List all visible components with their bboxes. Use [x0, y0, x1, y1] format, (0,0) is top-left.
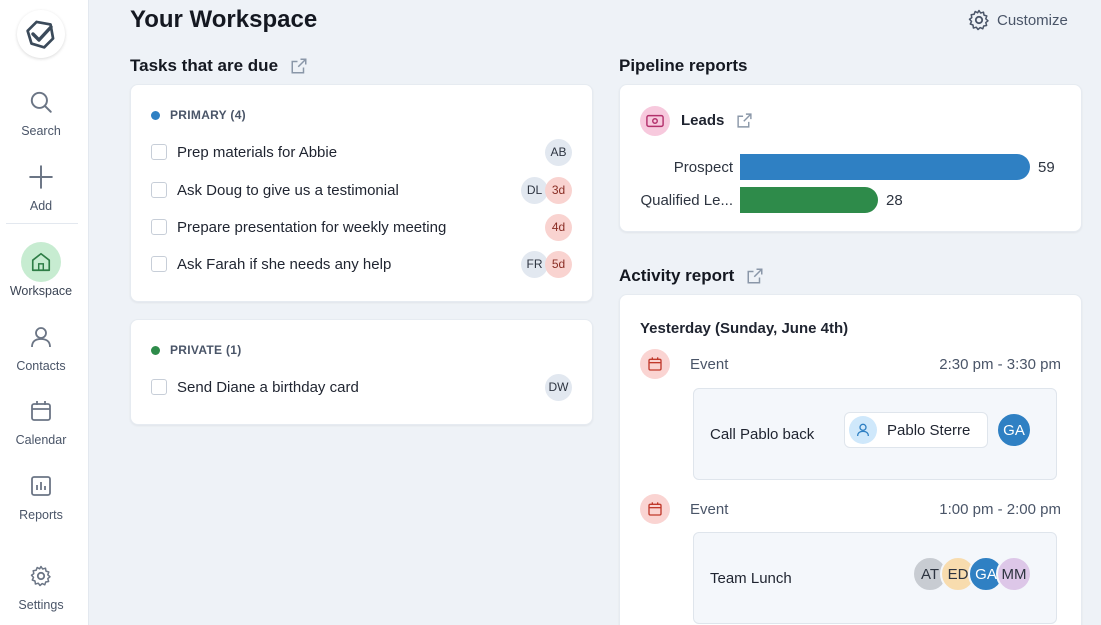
sidebar-item-label: Workspace: [9, 284, 73, 298]
private-dot: [151, 345, 160, 355]
leads-card: Leads Prospect 59 Qualified Le... 28: [619, 84, 1082, 232]
contact-name: Pablo Sterre: [887, 421, 971, 439]
sidebar-item-calendar[interactable]: Calendar: [0, 391, 82, 447]
plus-icon: [21, 157, 61, 197]
attendee-avatar[interactable]: MM: [996, 556, 1032, 592]
external-link-icon[interactable]: [746, 267, 764, 285]
attendee-avatar[interactable]: GA: [996, 412, 1032, 448]
primary-group-label: PRIMARY (4): [151, 108, 246, 122]
sidebar-item-label: Search: [21, 124, 61, 138]
event-row: Event 1:00 pm - 2:00 pm: [640, 494, 1061, 524]
assignee-avatar[interactable]: AB: [545, 138, 572, 166]
customize-label: Customize: [997, 11, 1068, 29]
activity-card: Yesterday (Sunday, June 4th) Event 2:30 …: [619, 294, 1082, 625]
assignee-avatar[interactable]: FR: [521, 250, 548, 278]
bar-chart-icon: [21, 466, 61, 506]
sidebar-item-label: Add: [29, 199, 53, 213]
private-group-label: PRIVATE (1): [151, 343, 242, 357]
primary-tasks-card: PRIMARY (4) Prep materials for Abbie AB …: [130, 84, 593, 302]
contact-chip[interactable]: Pablo Sterre: [844, 412, 988, 448]
due-badge: 4d: [545, 213, 572, 241]
calendar-icon: [640, 349, 670, 379]
bar-qualified[interactable]: [740, 187, 878, 213]
tasks-section-title: Tasks that are due: [130, 56, 308, 76]
person-icon: [21, 317, 61, 357]
external-link-icon[interactable]: [290, 57, 308, 75]
bar-label: Prospect: [673, 158, 733, 176]
calendar-icon: [21, 391, 61, 431]
customize-button[interactable]: Customize: [967, 8, 1068, 32]
sidebar: Search Add Workspace Contacts Calendar R…: [0, 0, 89, 625]
task-checkbox[interactable]: [151, 219, 167, 235]
task-checkbox[interactable]: [151, 379, 167, 395]
sidebar-item-reports[interactable]: Reports: [0, 466, 82, 522]
sidebar-divider: [6, 223, 78, 224]
external-link-icon[interactable]: [736, 112, 753, 129]
task-checkbox[interactable]: [151, 182, 167, 198]
event-type: Event: [690, 500, 729, 518]
primary-dot: [151, 110, 160, 120]
event-card[interactable]: Call Pablo back Pablo Sterre GA: [693, 388, 1057, 480]
task-text[interactable]: Send Diane a birthday card: [177, 379, 545, 396]
bar-value: 28: [886, 191, 903, 209]
task-row: Ask Doug to give us a testimonial DL 3d: [151, 176, 572, 204]
task-checkbox[interactable]: [151, 256, 167, 272]
page-title: Your Workspace: [130, 6, 318, 33]
bar-label: Qualified Le...: [640, 191, 733, 209]
sidebar-item-contacts[interactable]: Contacts: [0, 317, 82, 373]
home-icon: [21, 242, 61, 282]
event-card[interactable]: Team Lunch AT ED GA MM: [693, 532, 1057, 624]
sidebar-item-search[interactable]: Search: [0, 82, 82, 138]
gear-icon: [968, 9, 989, 31]
due-badge: 5d: [545, 250, 572, 278]
bar-row-prospect[interactable]: Prospect 59: [640, 154, 1055, 180]
sidebar-item-label: Contacts: [16, 359, 66, 373]
tasks-title: Tasks that are due: [130, 56, 279, 75]
event-name: Call Pablo back: [710, 426, 815, 443]
task-text[interactable]: Ask Doug to give us a testimonial: [177, 182, 521, 199]
checkmark-logo-icon: [26, 20, 55, 49]
task-row: Ask Farah if she needs any help FR 5d: [151, 250, 572, 278]
gear-icon: [21, 556, 61, 596]
event-type: Event: [690, 355, 729, 373]
pipeline-title: Pipeline reports: [619, 56, 748, 75]
activity-title: Activity report: [619, 266, 735, 285]
money-icon: [640, 106, 670, 136]
assignee-avatar[interactable]: DL: [521, 176, 548, 204]
event-row: Event 2:30 pm - 3:30 pm: [640, 349, 1061, 379]
bar-row-qualified[interactable]: Qualified Le... 28: [640, 187, 903, 213]
task-text[interactable]: Ask Farah if she needs any help: [177, 256, 521, 273]
task-row: Send Diane a birthday card DW: [151, 373, 572, 401]
primary-label-text: PRIMARY (4): [170, 108, 246, 122]
person-icon: [849, 416, 877, 444]
assignee-avatar[interactable]: DW: [545, 373, 572, 401]
task-row: Prep materials for Abbie AB: [151, 138, 572, 166]
calendar-icon: [640, 494, 670, 524]
leads-title: Leads: [681, 112, 753, 129]
pipeline-section-title: Pipeline reports: [619, 56, 747, 76]
bar-value: 59: [1038, 158, 1055, 176]
sidebar-item-label: Calendar: [15, 433, 67, 447]
private-tasks-card: PRIVATE (1) Send Diane a birthday card D…: [130, 319, 593, 425]
sidebar-item-label: Settings: [18, 598, 64, 612]
leads-title-text: Leads: [681, 112, 725, 129]
bar-prospect[interactable]: [740, 154, 1030, 180]
event-time: 1:00 pm - 2:00 pm: [939, 500, 1061, 518]
day-label: Yesterday (Sunday, June 4th): [640, 320, 849, 337]
due-badge: 3d: [545, 176, 572, 204]
sidebar-item-workspace[interactable]: Workspace: [0, 242, 82, 298]
task-checkbox[interactable]: [151, 144, 167, 160]
app-logo[interactable]: [17, 10, 65, 58]
private-label-text: PRIVATE (1): [170, 343, 242, 357]
event-time: 2:30 pm - 3:30 pm: [939, 355, 1061, 373]
sidebar-item-label: Reports: [19, 508, 63, 522]
task-text[interactable]: Prep materials for Abbie: [177, 144, 545, 161]
sidebar-item-settings[interactable]: Settings: [0, 556, 82, 612]
task-text[interactable]: Prepare presentation for weekly meeting: [177, 219, 548, 236]
search-icon: [21, 82, 61, 122]
task-row: Prepare presentation for weekly meeting …: [151, 213, 572, 241]
activity-section-title: Activity report: [619, 266, 764, 286]
sidebar-item-add[interactable]: Add: [0, 157, 82, 213]
event-name: Team Lunch: [710, 570, 792, 587]
